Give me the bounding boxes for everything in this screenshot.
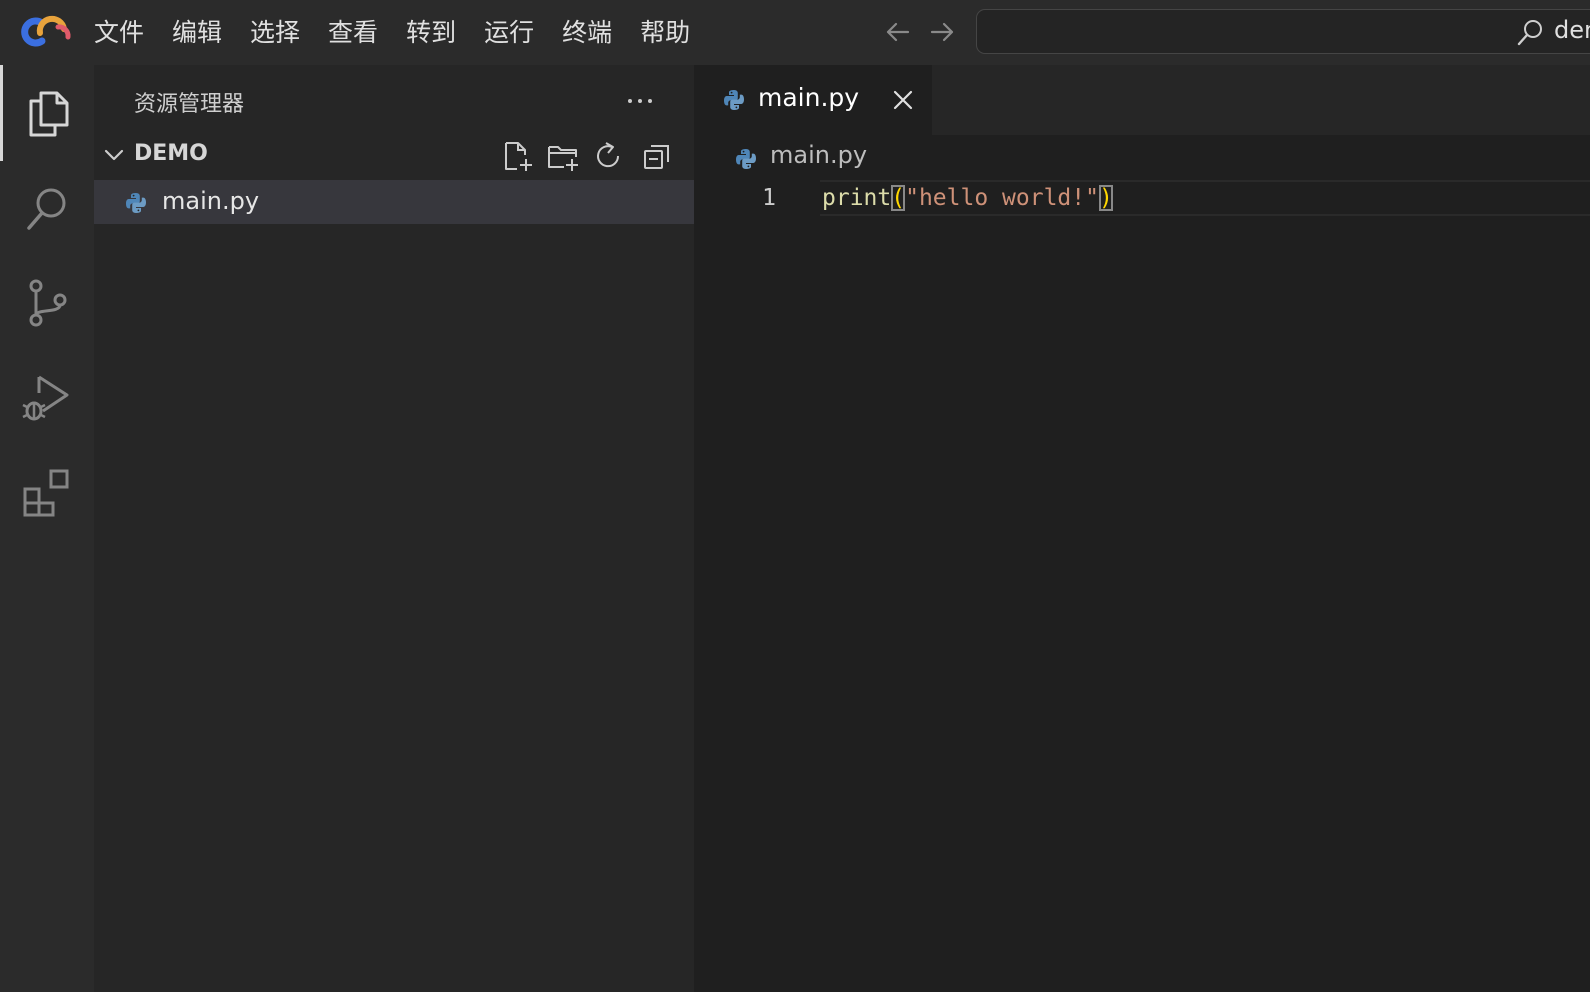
activity-source-control[interactable] [0,255,94,351]
close-icon[interactable] [890,87,916,113]
run-debug-icon [22,375,69,421]
code-token-function: print [822,185,892,211]
search-icon [27,188,66,230]
command-center[interactable]: demo [976,9,1590,54]
folder-header[interactable]: DEMO [94,133,694,177]
menu-terminal[interactable]: 终端 [551,11,623,55]
command-center-label: demo [1554,16,1590,44]
chevron-down-icon [104,149,124,161]
python-icon [126,193,146,213]
activity-explorer[interactable] [0,65,94,161]
python-icon [724,90,744,110]
files-icon [29,91,68,137]
menu-bar: 文件 编辑 选择 查看 转到 运行 终端 帮助 [83,0,707,65]
menu-go[interactable]: 转到 [395,11,467,55]
menu-view[interactable]: 查看 [317,11,389,55]
file-item-main-py[interactable]: main.py [94,180,694,224]
menu-file[interactable]: 文件 [83,11,155,55]
python-icon [736,149,756,169]
breadcrumb-file[interactable]: main.py [770,141,867,169]
tab-main-py[interactable]: main.py [694,65,932,135]
menu-selection[interactable]: 选择 [239,11,311,55]
tab-label: main.py [758,83,860,112]
code-line[interactable]: print("hello world!") [822,180,1113,216]
code-token-bracket-close: ) [1098,185,1113,211]
explorer-sidebar: 资源管理器 DEMO main.py [94,65,694,992]
activity-search[interactable] [0,161,94,257]
activity-run-debug[interactable] [0,349,94,445]
menu-help[interactable]: 帮助 [629,11,701,55]
line-number: 1 [762,185,776,211]
new-file-icon[interactable] [500,139,534,173]
title-bar: 文件 编辑 选择 查看 转到 运行 终端 帮助 demo [0,0,1590,65]
arrow-left-icon[interactable] [882,16,914,48]
file-name: main.py [162,187,260,215]
sidebar-title: 资源管理器 [134,92,245,117]
activity-bar [0,65,94,992]
folder-name: DEMO [134,141,208,166]
extensions-icon [23,469,69,517]
editor-area: main.py main.py 1 print("hello world!") [694,65,1590,992]
menu-edit[interactable]: 编辑 [161,11,233,55]
search-icon [1517,20,1542,46]
activity-extensions[interactable] [0,443,94,539]
app-logo-icon [21,15,71,47]
arrow-right-icon[interactable] [926,16,958,48]
menu-run[interactable]: 运行 [473,11,545,55]
code-token-string: "hello world!" [905,185,1099,211]
more-actions-icon[interactable] [624,85,656,117]
refresh-icon[interactable] [592,139,626,173]
collapse-all-icon[interactable] [640,139,674,173]
code-token-bracket-open: ( [891,185,906,211]
new-folder-icon[interactable] [546,139,580,173]
tab-bar: main.py [694,65,1590,135]
source-control-icon [29,279,67,327]
